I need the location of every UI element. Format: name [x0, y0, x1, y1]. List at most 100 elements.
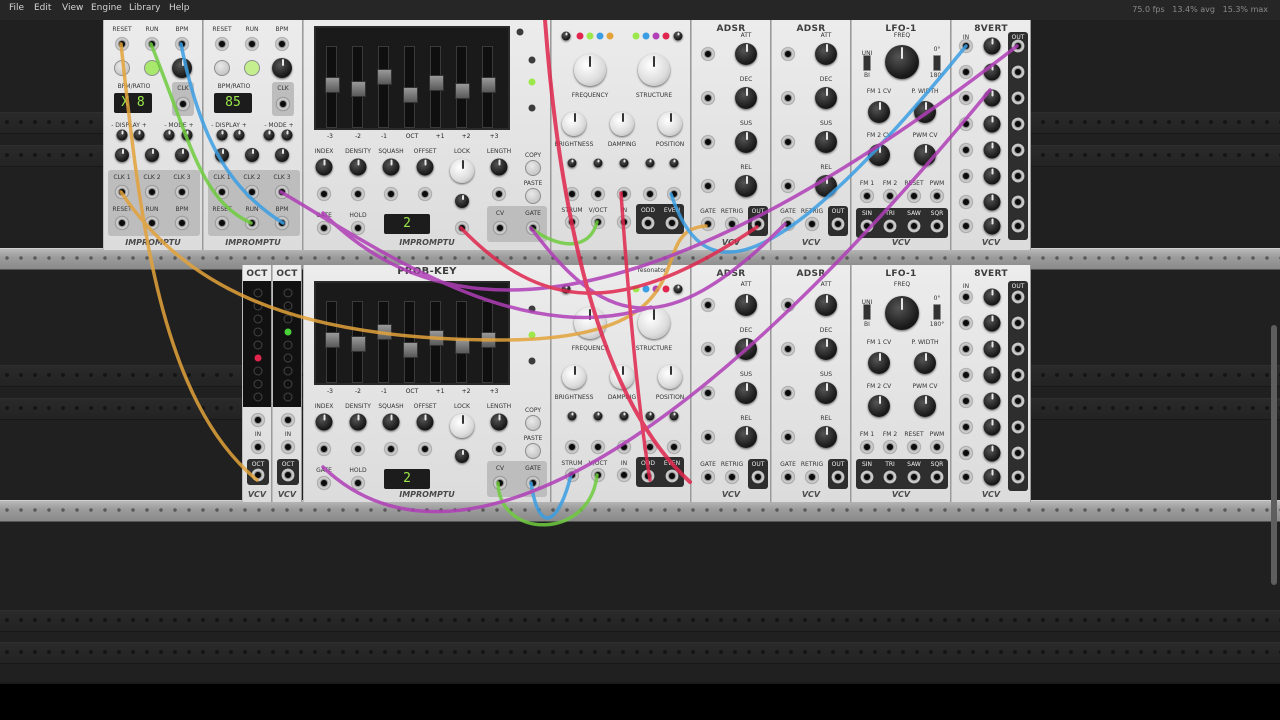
damping-knob[interactable] [610, 365, 634, 389]
pwm-cv-knob[interactable] [914, 144, 936, 166]
attenuverter[interactable] [669, 411, 679, 421]
in-jack[interactable] [617, 215, 631, 229]
cv-out-jack[interactable] [493, 476, 507, 490]
structure-knob[interactable] [638, 307, 670, 339]
out-jack[interactable] [1011, 219, 1025, 233]
attenuverter[interactable] [567, 158, 577, 168]
density-cv-jack[interactable] [351, 442, 365, 456]
gain-knob[interactable] [983, 444, 1001, 462]
pwm-jack[interactable] [930, 440, 944, 454]
gate-out-jack[interactable] [526, 221, 540, 235]
run-button[interactable] [244, 60, 260, 76]
structure-cv-jack[interactable] [643, 187, 657, 201]
clk1-jack[interactable] [215, 185, 229, 199]
key-slider[interactable] [481, 301, 496, 383]
out-jack[interactable] [1011, 368, 1025, 382]
voct-jack[interactable] [591, 215, 605, 229]
mode-plus[interactable] [281, 129, 293, 141]
fm1-jack[interactable] [860, 189, 874, 203]
sus-knob[interactable] [735, 382, 757, 404]
reset-out-jack[interactable] [215, 216, 229, 230]
key-slider[interactable] [455, 46, 470, 128]
menu-engine[interactable]: Engine [91, 3, 122, 13]
arrow-button[interactable] [516, 28, 524, 36]
attenuverter[interactable] [619, 411, 629, 421]
run-jack[interactable] [245, 37, 259, 51]
lock-knob[interactable] [450, 414, 474, 438]
key-slider[interactable] [351, 46, 366, 128]
display-minus[interactable] [116, 129, 128, 141]
key-slider[interactable] [455, 301, 470, 383]
squash-knob[interactable] [382, 413, 400, 431]
out-jack[interactable] [1011, 169, 1025, 183]
voct-jack[interactable] [591, 468, 605, 482]
fm1-knob[interactable] [868, 352, 890, 374]
hold-jack[interactable] [351, 221, 365, 235]
ratio-knob-1[interactable] [115, 148, 129, 162]
att-cv-jack[interactable] [781, 47, 795, 61]
retrig-jack[interactable] [725, 217, 739, 231]
frequency-knob[interactable] [574, 54, 606, 86]
pwidth-knob[interactable] [914, 101, 936, 123]
strum-jack[interactable] [565, 215, 579, 229]
phase-switch[interactable] [933, 304, 941, 320]
gate-jack[interactable] [781, 470, 795, 484]
retrig-jack[interactable] [805, 470, 819, 484]
key-slider[interactable] [325, 301, 340, 383]
in-jack[interactable] [251, 440, 265, 454]
length-cv-jack[interactable] [492, 442, 506, 456]
fm2-jack[interactable] [883, 189, 897, 203]
frequency-cv-jack[interactable] [591, 440, 605, 454]
run-button[interactable] [144, 60, 160, 76]
gain-knob[interactable] [983, 366, 1001, 384]
rel-cv-jack[interactable] [781, 179, 795, 193]
rel-cv-jack[interactable] [781, 430, 795, 444]
position-cv-jack[interactable] [667, 440, 681, 454]
in-jack[interactable] [959, 470, 973, 484]
ratio-knob-2[interactable] [245, 148, 259, 162]
index-knob[interactable] [315, 413, 333, 431]
even-out-jack[interactable] [665, 216, 679, 230]
gain-knob[interactable] [983, 314, 1001, 332]
out-jack[interactable] [1011, 446, 1025, 460]
even-out-jack[interactable] [665, 469, 679, 483]
in-jack[interactable] [959, 219, 973, 233]
out-jack[interactable] [751, 470, 765, 484]
out-jack[interactable] [831, 217, 845, 231]
sus-cv-jack[interactable] [781, 135, 795, 149]
clk2-jack[interactable] [245, 185, 259, 199]
out-jack[interactable] [1011, 290, 1025, 304]
dec-cv-jack[interactable] [781, 342, 795, 356]
out-jack[interactable] [1011, 39, 1025, 53]
out-jack[interactable] [1011, 394, 1025, 408]
gain-knob[interactable] [983, 37, 1001, 55]
frequency-cv-jack[interactable] [591, 187, 605, 201]
gain-knob[interactable] [983, 141, 1001, 159]
offset-cv-jack[interactable] [418, 442, 432, 456]
dec-knob[interactable] [815, 87, 837, 109]
squash-knob[interactable] [382, 158, 400, 176]
attenuverter[interactable] [619, 158, 629, 168]
cv-out-jack[interactable] [493, 221, 507, 235]
gate-in-jack[interactable] [317, 476, 331, 490]
brightness-cv-jack[interactable] [565, 440, 579, 454]
damping-cv-jack[interactable] [617, 187, 631, 201]
key-slider[interactable] [377, 46, 392, 128]
sus-knob[interactable] [735, 131, 757, 153]
sin-out-jack[interactable] [860, 470, 874, 484]
in-jack[interactable] [959, 420, 973, 434]
reset-out-jack[interactable] [115, 216, 129, 230]
vertical-scrollbar[interactable] [1271, 325, 1277, 585]
in-jack[interactable] [959, 316, 973, 330]
position-knob[interactable] [658, 112, 682, 136]
odd-out-jack[interactable] [641, 469, 655, 483]
bpm-out-jack[interactable] [275, 216, 289, 230]
out-jack[interactable] [1011, 470, 1025, 484]
pwidth-knob[interactable] [914, 352, 936, 374]
structure-cv-jack[interactable] [643, 440, 657, 454]
gate-in-jack[interactable] [317, 221, 331, 235]
rel-knob[interactable] [815, 175, 837, 197]
squash-cv-jack[interactable] [384, 187, 398, 201]
gain-knob[interactable] [983, 217, 1001, 235]
dec-knob[interactable] [815, 338, 837, 360]
